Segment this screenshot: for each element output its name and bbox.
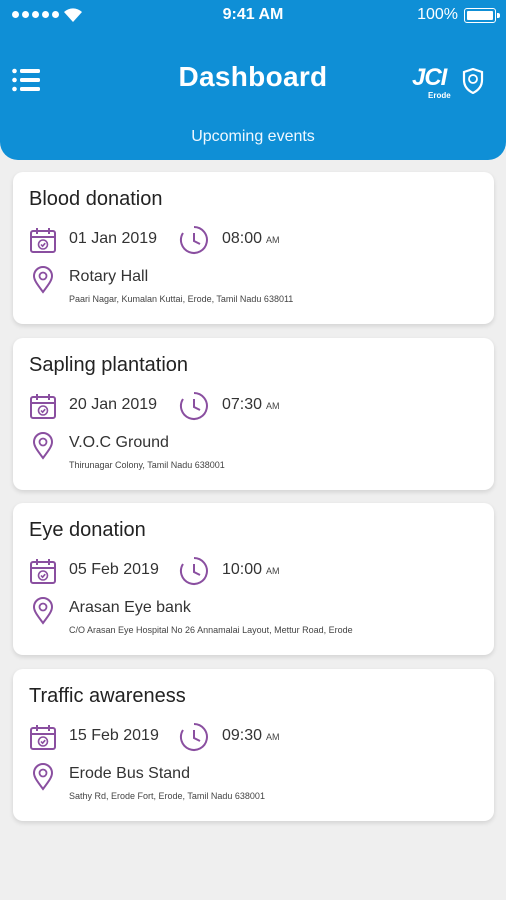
- logo-shield-icon: [462, 68, 484, 94]
- logo-subtext: Erode: [428, 91, 451, 100]
- app-header: 9:41 AM 100% Dashboard JCI Erode Upcomin…: [0, 0, 506, 160]
- battery-icon: [464, 8, 500, 23]
- event-date: 01 Jan 2019: [69, 230, 158, 247]
- event-date: 20 Jan 2019: [69, 396, 158, 413]
- event-address: C/O Arasan Eye Hospital No 26 Annamalai …: [69, 625, 353, 635]
- calendar-icon: [30, 559, 56, 584]
- event-title: Sapling plantation: [29, 354, 189, 376]
- calendar-icon: [30, 228, 56, 253]
- event-title: Eye donation: [29, 519, 146, 541]
- event-place: Arasan Eye bank: [69, 599, 191, 616]
- logo-text: JCI: [412, 64, 447, 91]
- event-title: Traffic awareness: [29, 685, 186, 707]
- event-card[interactable]: Eye donation 05 Feb 2019 10:00 AM Arasan …: [13, 503, 494, 655]
- event-address: Thirunagar Colony, Tamil Nadu 638001: [69, 460, 225, 470]
- calendar-icon: [30, 725, 56, 750]
- event-time-ampm: AM: [266, 235, 280, 245]
- event-time: 08:00 AM: [222, 230, 280, 248]
- section-subtitle: Upcoming events: [191, 128, 315, 145]
- event-time-value: 09:30: [222, 727, 263, 744]
- status-bar: 9:41 AM 100%: [0, 0, 506, 32]
- event-time-ampm: AM: [266, 732, 280, 742]
- event-time: 09:30 AM: [222, 727, 280, 745]
- event-title: Blood donation: [29, 188, 163, 210]
- event-address: Sathy Rd, Erode Fort, Erode, Tamil Nadu …: [69, 791, 265, 801]
- location-pin-icon: [32, 597, 54, 625]
- event-place: V.O.C Ground: [69, 434, 169, 451]
- battery-percent: 100%: [417, 6, 458, 23]
- event-card[interactable]: Blood donation 01 Jan 2019 08:00 AM Rotar…: [13, 172, 494, 324]
- location-pin-icon: [32, 432, 54, 460]
- event-date: 05 Feb 2019: [69, 561, 159, 578]
- event-time-ampm: AM: [266, 401, 280, 411]
- jci-logo: JCI Erode: [412, 64, 488, 102]
- calendar-icon: [30, 394, 56, 419]
- event-place: Rotary Hall: [69, 268, 149, 285]
- clock-icon: [180, 723, 208, 751]
- event-time-value: 08:00: [222, 230, 263, 247]
- location-pin-icon: [32, 266, 54, 294]
- event-time: 10:00 AM: [222, 561, 280, 579]
- clock-icon: [180, 226, 208, 254]
- event-time-ampm: AM: [266, 566, 280, 576]
- event-time-value: 07:30: [222, 396, 263, 413]
- event-time-value: 10:00: [222, 561, 263, 578]
- location-pin-icon: [32, 763, 54, 791]
- event-card[interactable]: Sapling plantation 20 Jan 2019 07:30 AM V…: [13, 338, 494, 490]
- clock-icon: [180, 557, 208, 585]
- event-place: Erode Bus Stand: [69, 765, 190, 782]
- event-card[interactable]: Traffic awareness 15 Feb 2019 09:30 AM Er…: [13, 669, 494, 821]
- event-time: 07:30 AM: [222, 396, 280, 414]
- clock-icon: [180, 392, 208, 420]
- event-address: Paari Nagar, Kumalan Kuttai, Erode, Tami…: [69, 294, 294, 304]
- event-date: 15 Feb 2019: [69, 727, 159, 744]
